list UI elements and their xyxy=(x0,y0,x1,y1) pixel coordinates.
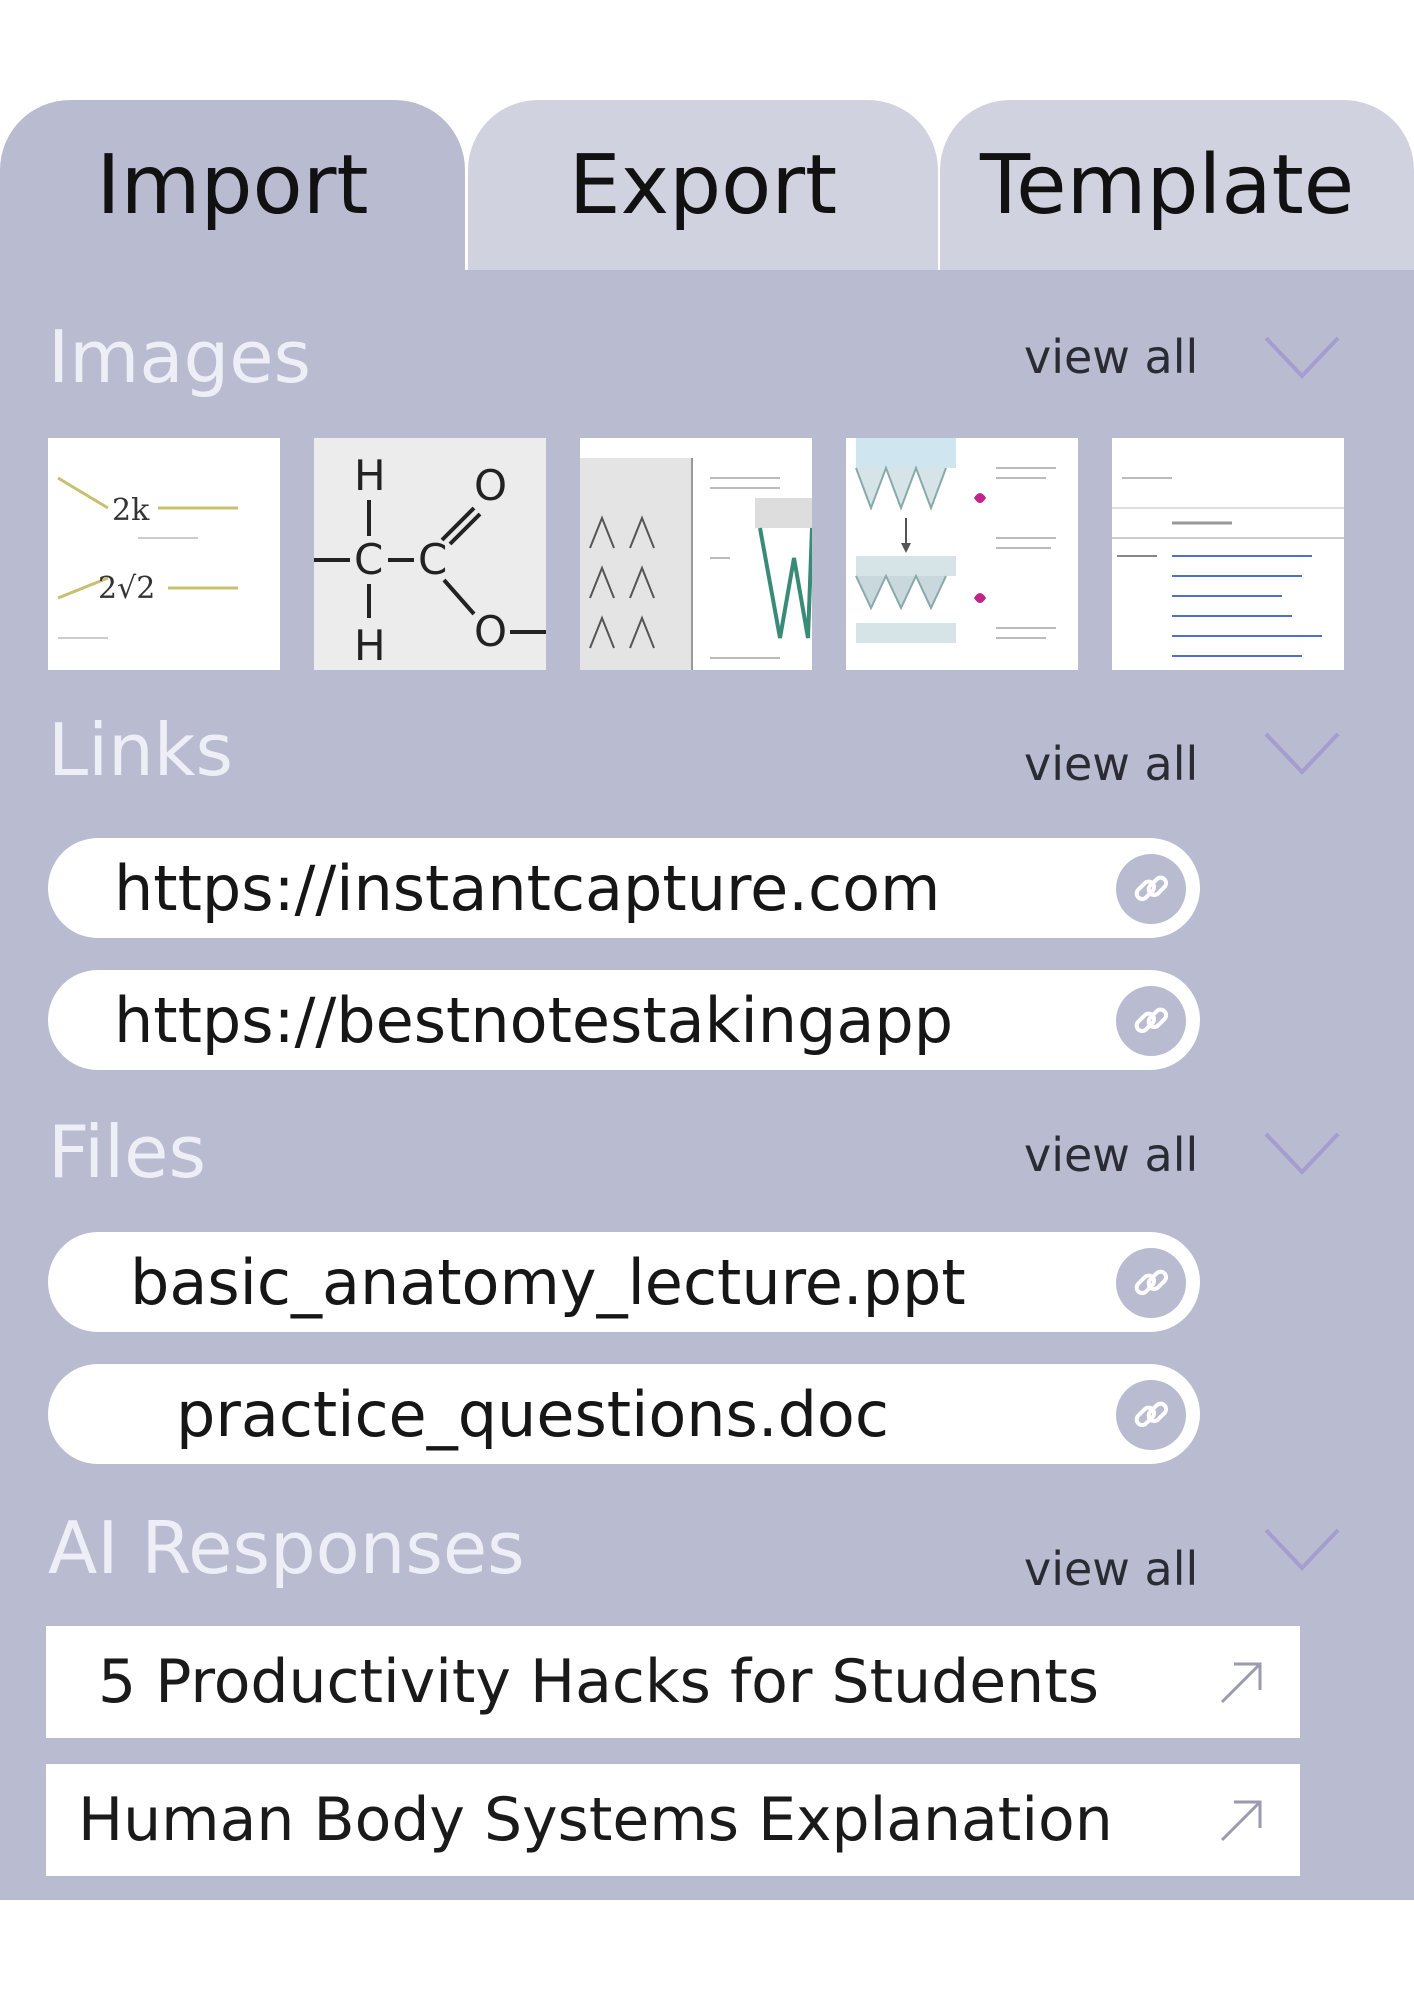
ai-responses-section-title: AI Responses xyxy=(48,1506,525,1590)
chevron-down-icon[interactable] xyxy=(1262,1128,1342,1178)
link-icon[interactable] xyxy=(1116,1248,1186,1318)
formula-c2: C xyxy=(418,535,447,584)
formula-o-top: O xyxy=(474,461,507,510)
chevron-down-icon[interactable] xyxy=(1262,1524,1342,1574)
formula-c1: C xyxy=(354,535,383,584)
ai-response-text: Human Body Systems Explanation xyxy=(78,1785,1113,1855)
image-thumbnail-4[interactable] xyxy=(846,438,1078,670)
tab-export[interactable]: Export xyxy=(468,100,938,275)
tab-import-label: Import xyxy=(96,138,369,233)
external-arrow-icon[interactable] xyxy=(1214,1792,1270,1848)
files-view-all[interactable]: view all xyxy=(1024,1128,1198,1182)
external-arrow-icon[interactable] xyxy=(1214,1654,1270,1710)
ai-response-item[interactable]: 5 Productivity Hacks for Students xyxy=(46,1626,1300,1738)
chevron-down-icon[interactable] xyxy=(1262,728,1342,778)
files-section-title: Files xyxy=(48,1110,206,1194)
tab-bar: Template Export Import xyxy=(0,100,1414,275)
links-section-title: Links xyxy=(48,708,233,792)
ai-response-item[interactable]: Human Body Systems Explanation xyxy=(46,1764,1300,1876)
link-icon[interactable] xyxy=(1116,986,1186,1056)
links-view-all[interactable]: view all xyxy=(1024,737,1198,791)
image-thumbnail-1[interactable]: 2k 2√2 xyxy=(48,438,280,670)
image-thumbnail-2[interactable]: H O C C H O xyxy=(314,438,546,670)
images-section-title: Images xyxy=(48,315,312,399)
tab-export-label: Export xyxy=(568,138,838,233)
image-thumbnail-5[interactable] xyxy=(1112,438,1344,670)
svg-text:2k: 2k xyxy=(112,493,150,528)
tab-template-label: Template xyxy=(980,138,1355,233)
ai-response-text: 5 Productivity Hacks for Students xyxy=(98,1647,1099,1717)
link-item-text: https://instantcapture.com xyxy=(114,851,941,925)
link-item[interactable]: https://instantcapture.com xyxy=(48,838,1200,938)
file-item[interactable]: basic_anatomy_lecture.ppt xyxy=(48,1232,1200,1332)
link-item-text: https://bestnotestakingapp xyxy=(114,983,954,1057)
chevron-down-icon[interactable] xyxy=(1262,332,1342,382)
image-thumbnail-3[interactable] xyxy=(580,438,812,670)
tab-template[interactable]: Template xyxy=(940,100,1414,275)
link-icon[interactable] xyxy=(1116,854,1186,924)
file-item-text: practice_questions.doc xyxy=(176,1377,889,1451)
ai-responses-view-all[interactable]: view all xyxy=(1024,1542,1198,1596)
link-icon[interactable] xyxy=(1116,1380,1186,1450)
formula-o-bottom: O xyxy=(474,607,507,656)
formula-h-bottom: H xyxy=(354,621,386,670)
tab-import[interactable]: Import xyxy=(0,100,465,275)
file-item[interactable]: practice_questions.doc xyxy=(48,1364,1200,1464)
file-item-text: basic_anatomy_lecture.ppt xyxy=(130,1245,966,1319)
formula-h-top: H xyxy=(354,451,386,500)
link-item[interactable]: https://bestnotestakingapp xyxy=(48,970,1200,1070)
svg-text:2√2: 2√2 xyxy=(98,571,155,606)
images-view-all[interactable]: view all xyxy=(1024,330,1198,384)
